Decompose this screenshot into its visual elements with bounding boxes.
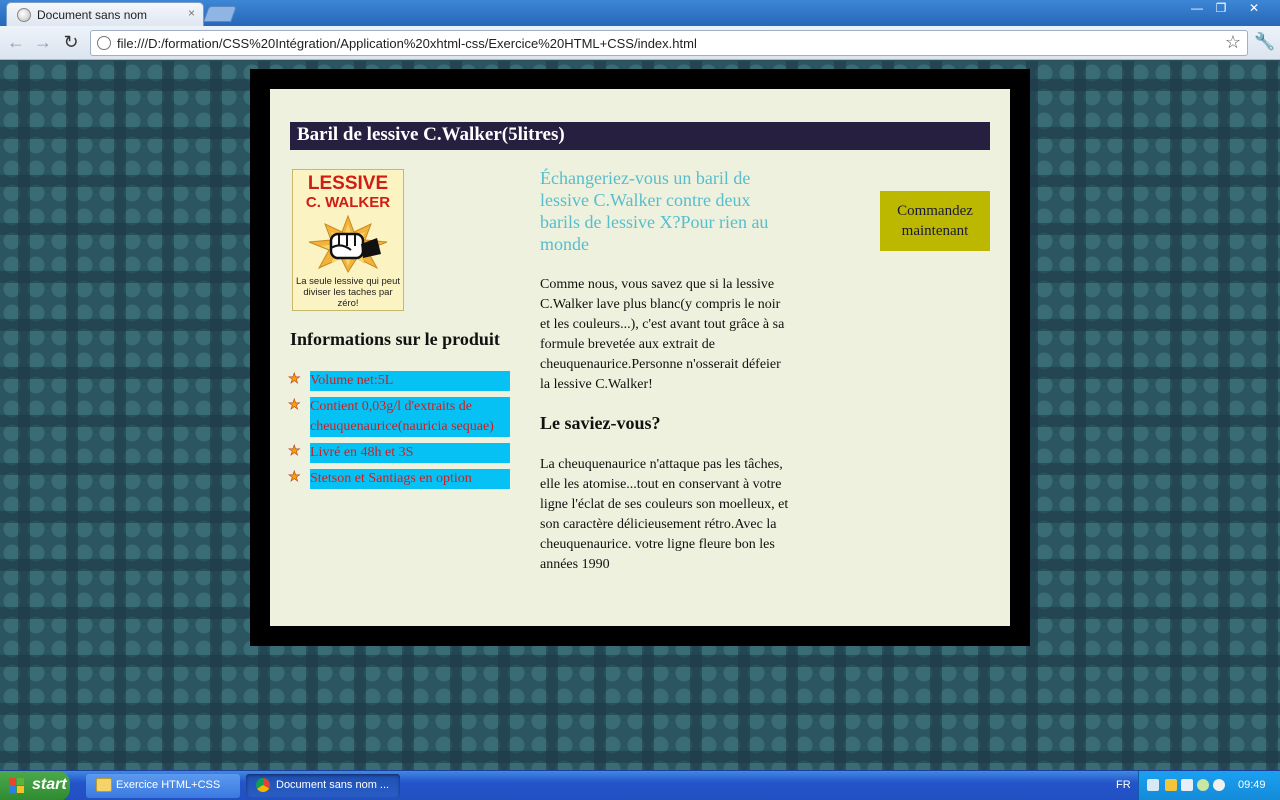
page-content: Baril de lessive C.Walker(5litres) LESSI… <box>270 89 1010 626</box>
pack-brand: LESSIVE C. WALKER <box>305 173 391 211</box>
close-window-button[interactable]: ✕ <box>1236 1 1272 17</box>
wrench-menu-icon[interactable]: 🔧 <box>1254 32 1275 52</box>
browser-titlebar: Document sans nom × — ❐ ✕ <box>0 0 1280 26</box>
tab-title: Document sans nom <box>37 8 148 22</box>
taskbar-item-explorer[interactable]: Exercice HTML+CSS <box>86 774 240 798</box>
windows-taskbar: start Exercice HTML+CSS Document sans no… <box>0 770 1280 800</box>
star-bullet-icon: ★ <box>288 372 301 388</box>
tray-arrow-icon[interactable] <box>1147 779 1159 791</box>
reload-icon[interactable]: ↻ <box>61 33 81 53</box>
start-label: start <box>32 776 67 793</box>
browser-tab[interactable]: Document sans nom × <box>6 2 204 26</box>
product-image: LESSIVE C. WALKER La seule lessive qui p… <box>292 169 404 311</box>
restore-button[interactable]: ❐ <box>1210 1 1232 17</box>
shield-icon[interactable] <box>1165 779 1177 791</box>
list-item: ★ Volume net:5L <box>288 371 510 391</box>
product-info-heading: Informations sur le produit <box>290 329 500 349</box>
did-you-know-paragraph: La cheuquenaurice n'attaque pas les tâch… <box>540 457 789 572</box>
description-paragraph: Comme nous, vous savez que si la lessive… <box>540 277 785 392</box>
lead-paragraph: Échangeriez-vous un baril de lessive C.W… <box>540 168 769 254</box>
network-icon[interactable] <box>1181 779 1193 791</box>
page-favicon-icon <box>17 8 31 22</box>
list-item: ★ Stetson et Santiags en option <box>288 469 510 489</box>
order-now-button[interactable]: Commandez maintenant <box>880 191 990 251</box>
page-info-icon <box>97 36 111 50</box>
taskbar-item-browser[interactable]: Document sans nom ... <box>246 774 400 798</box>
chrome-icon <box>256 778 270 792</box>
feature-list: ★ Volume net:5L ★ Contient 0,03g/l d'extra… <box>288 371 510 495</box>
url-text[interactable]: file:///D:/formation/CSS%20Intégration/A… <box>117 36 697 51</box>
address-bar[interactable]: file:///D:/formation/CSS%20Intégration/A… <box>90 30 1248 56</box>
messenger-icon[interactable] <box>1197 779 1209 791</box>
minimize-button[interactable]: — <box>1186 1 1208 17</box>
star-bullet-icon: ★ <box>288 398 301 414</box>
folder-icon <box>96 778 112 792</box>
new-tab-button[interactable] <box>203 6 237 22</box>
language-indicator[interactable]: FR <box>1116 779 1131 791</box>
pack-tagline: La seule lessive qui peut diviser les ta… <box>295 276 401 309</box>
page-frame: Baril de lessive C.Walker(5litres) LESSI… <box>250 69 1030 646</box>
back-arrow-icon[interactable]: ← <box>6 33 26 53</box>
browser-toolbar: ← → ↻ file:///D:/formation/CSS%20Intégra… <box>0 26 1280 60</box>
star-bullet-icon: ★ <box>288 444 301 460</box>
start-button[interactable]: start <box>0 771 70 800</box>
clock: 09:49 <box>1238 779 1266 791</box>
star-bullet-icon: ★ <box>288 470 301 486</box>
forward-arrow-icon[interactable]: → <box>33 33 53 53</box>
page-viewport: Baril de lessive C.Walker(5litres) LESSI… <box>0 61 1280 770</box>
windows-logo-icon <box>9 778 25 794</box>
volume-icon[interactable] <box>1213 779 1225 791</box>
did-you-know-heading: Le saviez-vous? <box>540 413 661 433</box>
list-item: ★ Livré en 48h et 3S <box>288 443 510 463</box>
product-title: Baril de lessive C.Walker(5litres) <box>290 122 990 150</box>
fist-icon <box>308 214 388 274</box>
bookmark-star-icon[interactable]: ☆ <box>1225 32 1241 53</box>
tab-close-icon[interactable]: × <box>188 6 195 20</box>
list-item: ★ Contient 0,03g/l d'extraits de cheuquen… <box>288 397 510 437</box>
